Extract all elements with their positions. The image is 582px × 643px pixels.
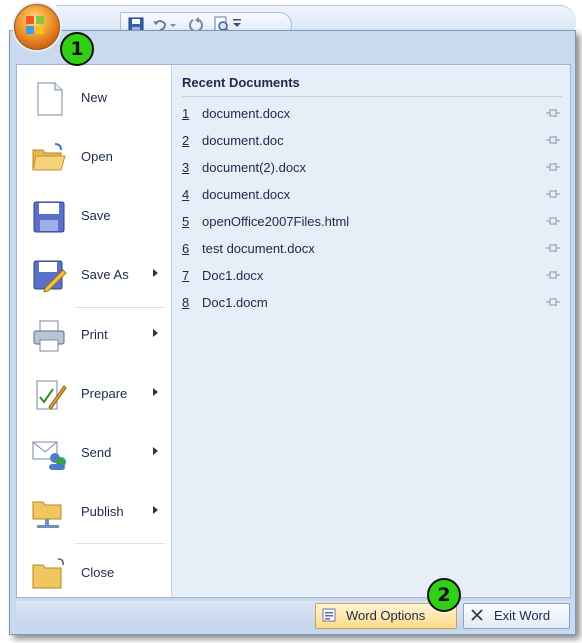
recent-document-name: openOffice2007Files.html — [202, 214, 350, 229]
menu-item-label: Prepare — [81, 386, 128, 401]
pin-icon[interactable] — [546, 216, 560, 226]
close-folder-icon — [32, 558, 64, 589]
recent-document-name: document.docx — [202, 187, 291, 202]
menu-item-print[interactable]: Print — [17, 308, 171, 364]
menu-item-label: Print — [81, 327, 108, 342]
office-menu: New Open Save Save As Print Prepare Send… — [9, 30, 576, 635]
menu-item-label: Open — [81, 149, 113, 164]
save-as-icon — [33, 260, 67, 293]
pin-icon[interactable] — [546, 135, 560, 145]
recent-document-item[interactable]: 7 Doc1.docx — [182, 265, 566, 287]
recent-document-item[interactable]: 8 Doc1.docm — [182, 292, 566, 314]
submenu-arrow-icon — [153, 447, 158, 455]
pin-icon[interactable] — [546, 162, 560, 172]
menu-item-save[interactable]: Save — [17, 189, 171, 245]
new-document-icon — [37, 82, 63, 116]
recent-document-number: 1 — [182, 106, 190, 121]
command-pane: New Open Save Save As Print Prepare Send… — [17, 65, 172, 597]
recent-document-item[interactable]: 5 openOffice2007Files.html — [182, 211, 566, 233]
pin-icon[interactable] — [546, 189, 560, 199]
callout-badge-1: 1 — [60, 32, 94, 66]
menu-item-send[interactable]: Send — [17, 426, 171, 482]
menu-item-label: Save — [81, 208, 111, 223]
exit-word-button[interactable]: Exit Word — [463, 603, 570, 629]
recent-document-number: 2 — [182, 133, 190, 148]
recent-documents-header: Recent Documents — [182, 75, 562, 97]
recent-document-name: document.doc — [202, 133, 284, 148]
word-options-icon — [322, 608, 336, 622]
office-logo-icon — [26, 16, 34, 24]
pin-icon[interactable] — [546, 270, 560, 280]
recent-document-item[interactable]: 3 document(2).docx — [182, 157, 566, 179]
menu-item-label: Publish — [81, 504, 124, 519]
office-logo-part — [26, 26, 34, 34]
recent-document-number: 5 — [182, 214, 190, 229]
open-folder-icon — [32, 143, 66, 171]
recent-document-name: Doc1.docx — [202, 268, 264, 283]
recent-document-number: 6 — [182, 241, 190, 256]
recent-document-number: 7 — [182, 268, 190, 283]
pin-icon[interactable] — [546, 297, 560, 307]
menu-item-label: Close — [81, 565, 115, 580]
customize-qat-icon[interactable] — [232, 16, 242, 30]
submenu-arrow-icon — [153, 388, 158, 396]
menu-item-new[interactable]: New — [17, 71, 171, 127]
office-logo-part — [36, 26, 44, 34]
menu-item-close[interactable]: Close — [17, 546, 171, 602]
prepare-icon — [36, 380, 67, 410]
recent-document-name: Doc1.docm — [202, 295, 268, 310]
exit-word-label: Exit Word — [494, 608, 551, 623]
menu-item-label: Save As — [81, 267, 129, 282]
menu-item-save-as[interactable]: Save As — [17, 248, 171, 304]
menu-separator — [75, 543, 165, 544]
office-logo-part — [36, 16, 44, 24]
recent-document-item[interactable]: 6 test document.docx — [182, 238, 566, 260]
recent-document-name: document.docx — [202, 106, 291, 121]
close-icon — [471, 609, 483, 621]
pin-icon[interactable] — [546, 243, 560, 253]
menu-item-label: New — [81, 90, 108, 105]
recent-document-item[interactable]: 4 document.docx — [182, 184, 566, 206]
recent-documents-pane: Recent Documents 1 document.docx 2 document… — [172, 65, 570, 597]
recent-document-number: 3 — [182, 160, 190, 175]
pin-icon[interactable] — [546, 108, 560, 118]
publish-icon — [32, 501, 62, 528]
word-options-label: Word Options — [346, 608, 426, 623]
printer-icon — [33, 320, 65, 352]
submenu-arrow-icon — [153, 506, 158, 514]
recent-document-name: test document.docx — [202, 241, 315, 256]
recent-document-item[interactable]: 1 document.docx — [182, 103, 566, 125]
office-button[interactable] — [14, 4, 60, 50]
callout-badge-2: 2 — [427, 578, 461, 612]
recent-document-item[interactable]: 2 document.doc — [182, 130, 566, 152]
save-floppy-icon — [33, 201, 65, 233]
recent-document-number: 8 — [182, 295, 190, 310]
menu-item-prepare[interactable]: Prepare — [17, 367, 171, 423]
submenu-arrow-icon — [153, 329, 158, 337]
recent-document-name: document(2).docx — [202, 160, 307, 175]
menu-item-open[interactable]: Open — [17, 130, 171, 186]
recent-document-number: 4 — [182, 187, 190, 202]
menu-item-publish[interactable]: Publish — [17, 485, 171, 541]
submenu-arrow-icon — [153, 269, 158, 277]
send-icon — [32, 441, 66, 470]
office-menu-body: New Open Save Save As Print Prepare Send… — [16, 64, 571, 598]
menu-item-label: Send — [81, 445, 112, 460]
office-menu-footer: Word Options Exit Word — [16, 601, 570, 631]
